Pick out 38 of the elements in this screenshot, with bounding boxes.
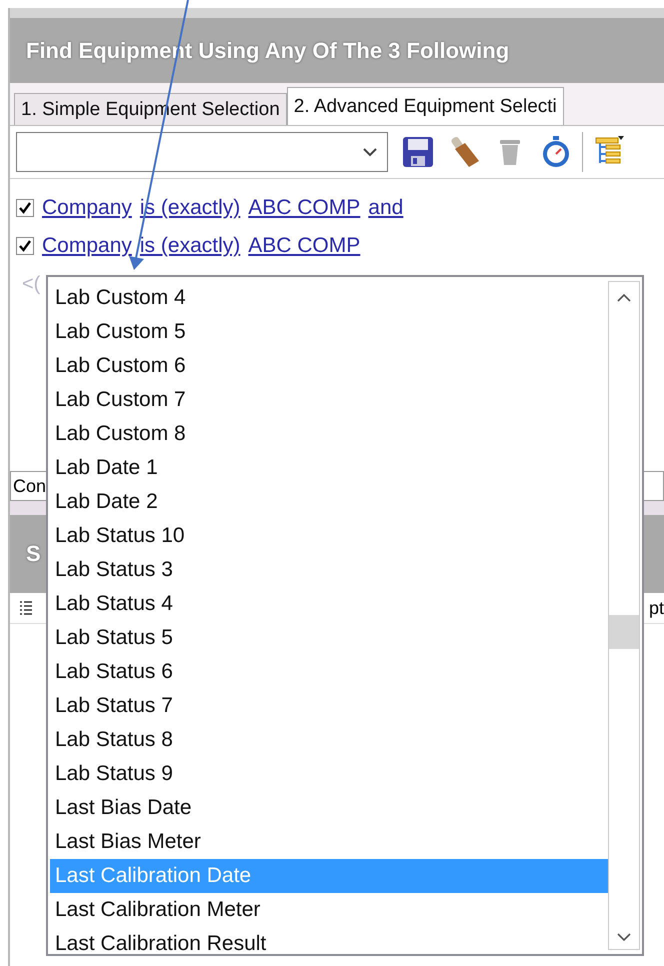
- condition-link[interactable]: Company: [42, 196, 132, 220]
- list-item[interactable]: Lab Status 7: [50, 689, 608, 723]
- list-item[interactable]: Last Bias Date: [50, 791, 608, 825]
- query-dropdown[interactable]: [16, 132, 388, 172]
- list-item[interactable]: Lab Date 2: [50, 485, 608, 519]
- list-item[interactable]: Lab Date 1: [50, 451, 608, 485]
- condition-link[interactable]: and: [368, 196, 404, 220]
- list-item[interactable]: Lab Status 10: [50, 519, 608, 553]
- list-item[interactable]: Lab Status 4: [50, 587, 608, 621]
- scrollbar[interactable]: [608, 281, 640, 950]
- checkbox[interactable]: [16, 237, 34, 255]
- list-item[interactable]: Lab Status 6: [50, 655, 608, 689]
- list-item[interactable]: Lab Custom 8: [50, 417, 608, 451]
- condition-link[interactable]: is (exactly): [140, 234, 240, 258]
- condition-link[interactable]: ABC COMP: [248, 196, 360, 220]
- condition-link[interactable]: ABC COMP: [248, 234, 360, 258]
- chevron-down-icon: [363, 148, 377, 156]
- condition-link[interactable]: Company: [42, 234, 132, 258]
- list-item[interactable]: Lab Custom 4: [50, 281, 608, 315]
- header-title: S: [26, 541, 41, 567]
- checkbox[interactable]: [16, 199, 34, 217]
- column-header: pt: [648, 598, 664, 618]
- list-item[interactable]: Lab Status 5: [50, 621, 608, 655]
- list-item[interactable]: Last Bias Meter: [50, 825, 608, 859]
- list-item[interactable]: Last Calibration Meter: [50, 893, 608, 927]
- scroll-up-icon[interactable]: [617, 294, 631, 302]
- list-icon: [20, 600, 32, 616]
- list-item[interactable]: Lab Custom 7: [50, 383, 608, 417]
- list-item[interactable]: Last Calibration Result: [50, 927, 608, 961]
- hint-text: <(: [22, 273, 40, 296]
- list-item[interactable]: Lab Custom 5: [50, 315, 608, 349]
- tab[interactable]: 2. Advanced Equipment Selecti: [286, 87, 564, 125]
- list-item[interactable]: Lab Status 8: [50, 723, 608, 757]
- scroll-down-icon[interactable]: [617, 933, 631, 941]
- list-item[interactable]: Lab Status 9: [50, 757, 608, 791]
- scroll-thumb[interactable]: [609, 615, 639, 649]
- list-item[interactable]: Lab Custom 6: [50, 349, 608, 383]
- list-item[interactable]: Lab Status 3: [50, 553, 608, 587]
